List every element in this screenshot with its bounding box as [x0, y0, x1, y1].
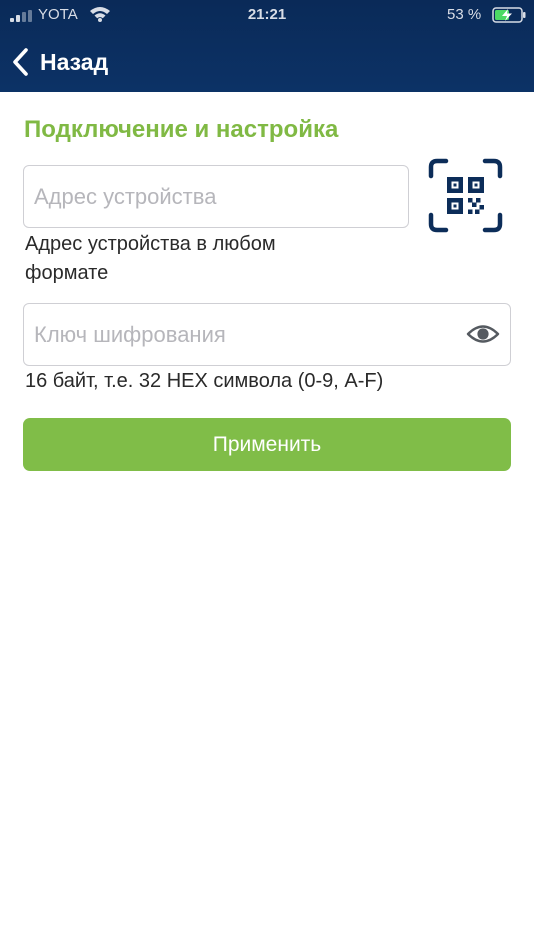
app-header: YOTA 21:21 53 % Назад	[0, 0, 534, 92]
device-address-hint: Адрес устройства в любом формате	[25, 233, 276, 284]
navigation-bar: Назад	[0, 36, 534, 86]
qr-scan-icon[interactable]	[428, 158, 503, 233]
encryption-key-input[interactable]	[23, 303, 511, 366]
battery-percent: 53 %	[447, 6, 482, 23]
back-button[interactable]: Назад	[10, 42, 108, 82]
eye-icon[interactable]	[466, 321, 500, 347]
device-address-input[interactable]	[23, 165, 409, 228]
page-title: Подключение и настройка	[24, 116, 339, 143]
apply-button[interactable]: Применить	[23, 418, 511, 471]
back-label: Назад	[40, 48, 109, 75]
encryption-key-hint: 16 байт, т.е. 32 HEX символа (0-9, A-F)	[25, 370, 384, 392]
chevron-left-icon	[13, 48, 28, 76]
status-bar: YOTA 21:21 53 %	[0, 0, 534, 30]
battery-charging-icon	[492, 7, 526, 23]
settings-form: Подключение и настройка Адрес устройства…	[0, 92, 534, 950]
